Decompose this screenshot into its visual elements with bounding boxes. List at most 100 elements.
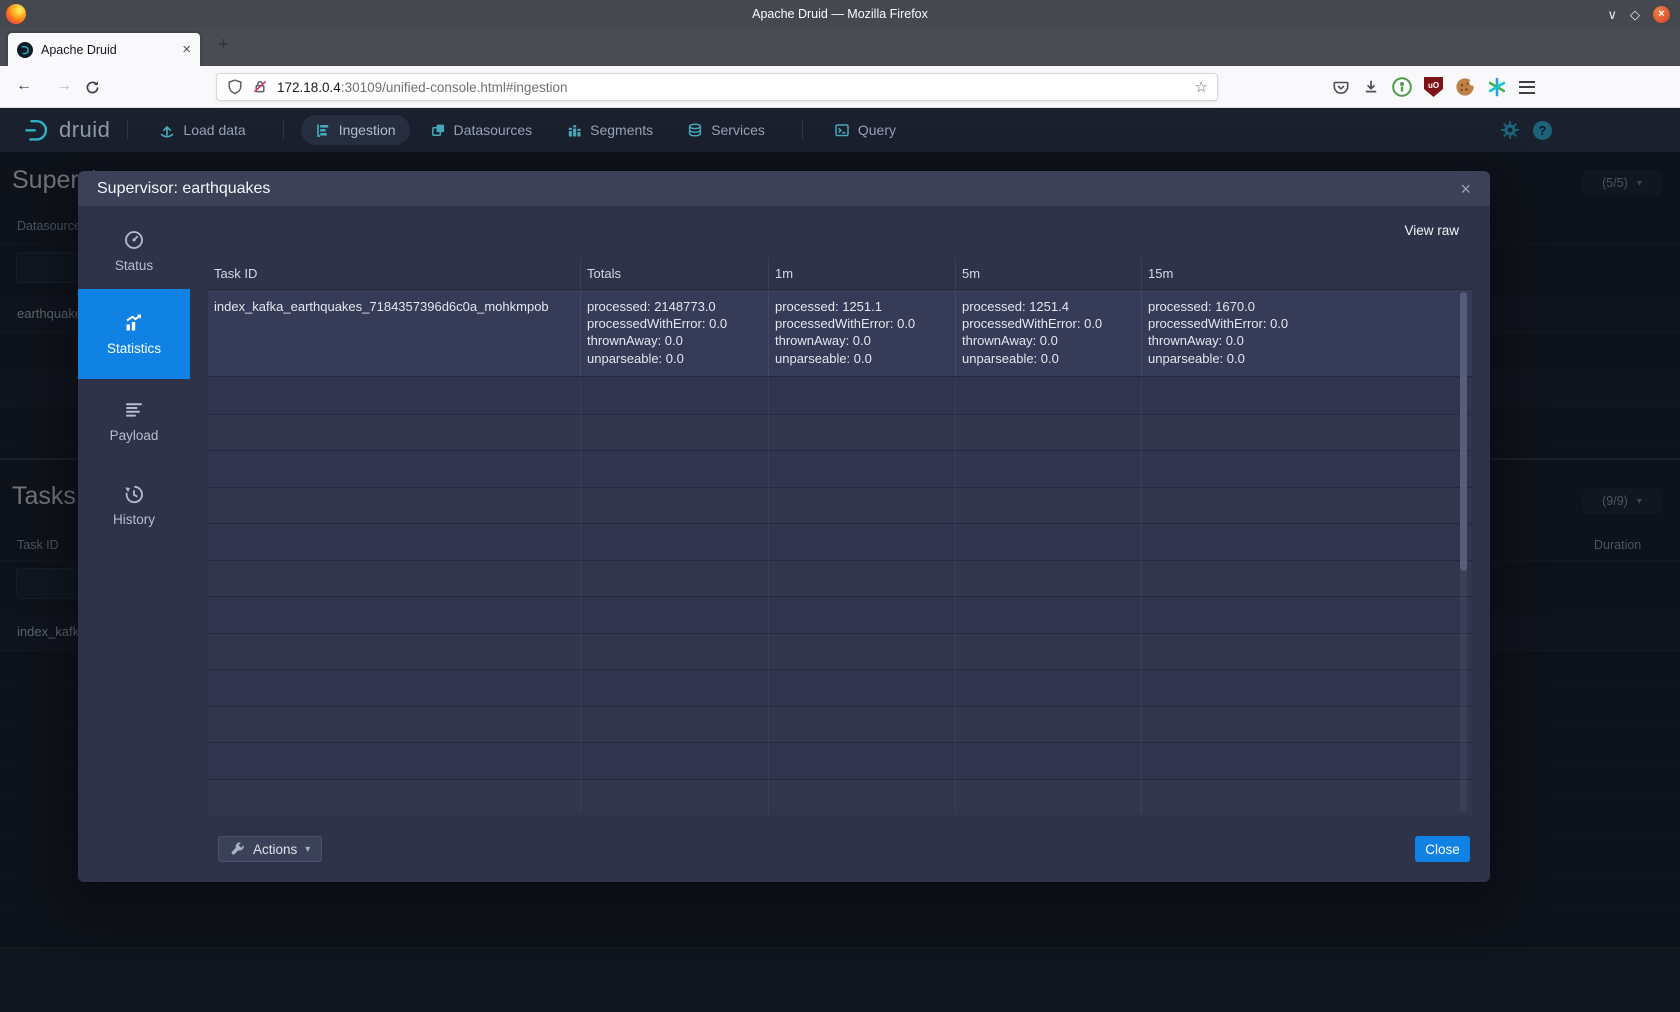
druid-favicon-icon xyxy=(17,42,33,58)
totals-cell: processed: 2148773.0 processedWithError:… xyxy=(580,290,768,376)
window-minimize-icon[interactable]: ∨ xyxy=(1607,8,1617,21)
nav-label: Load data xyxy=(183,122,245,138)
close-x-glyph: × xyxy=(1658,9,1664,20)
tab-close-icon[interactable]: × xyxy=(182,42,191,57)
15m-cell: processed: 1670.0 processedWithError: 0.… xyxy=(1141,290,1472,376)
tab-history[interactable]: History xyxy=(78,463,190,547)
tab-label: Statistics xyxy=(107,341,161,356)
payload-align-left-icon xyxy=(123,399,145,421)
services-icon xyxy=(687,122,703,138)
view-raw-link[interactable]: View raw xyxy=(1404,223,1459,238)
nav-label: Query xyxy=(858,122,896,138)
nav-label: Ingestion xyxy=(339,122,396,138)
tracking-protection-shield-icon[interactable] xyxy=(226,78,244,96)
nav-label: Segments xyxy=(590,122,653,138)
column-header-5m: 5m xyxy=(955,258,1141,289)
firefox-logo-icon xyxy=(6,4,26,24)
url-bar[interactable]: 172.18.0.4:30109/unified-console.html#in… xyxy=(216,73,1218,101)
dialog-sidebar: Status Statistics Payload History xyxy=(78,206,190,882)
statistics-table: Task ID Totals 1m 5m 15m index_kafka_ear… xyxy=(208,258,1472,815)
nav-separator xyxy=(127,120,128,140)
tab-title: Apache Druid xyxy=(41,43,182,57)
scrollbar-thumb[interactable] xyxy=(1460,292,1467,571)
query-icon xyxy=(834,122,850,138)
window-controls: ∨ ◇ × xyxy=(1607,0,1670,28)
ingestion-icon xyxy=(315,122,331,138)
tab-payload[interactable]: Payload xyxy=(78,379,190,463)
empty-table-rows xyxy=(208,378,1472,815)
forward-button[interactable]: → xyxy=(56,77,72,95)
window-close-button[interactable]: × xyxy=(1653,6,1670,23)
menu-hamburger-icon[interactable] xyxy=(1519,81,1535,94)
nav-label: Services xyxy=(711,122,765,138)
window-title: Apache Druid — Mozilla Firefox xyxy=(0,7,1680,21)
dialog-close-icon[interactable]: × xyxy=(1460,180,1471,198)
pocket-icon[interactable] xyxy=(1332,78,1350,96)
tab-statistics[interactable]: Statistics xyxy=(78,289,190,379)
task-id-cell: index_kafka_earthquakes_7184357396d6c0a_… xyxy=(208,290,580,376)
load-data-icon xyxy=(159,122,175,138)
tab-status[interactable]: Status xyxy=(78,213,190,289)
column-header-totals: Totals xyxy=(580,258,768,289)
nav-right-controls: ? xyxy=(1500,120,1552,140)
browser-tabbar: Apache Druid × + xyxy=(0,28,1680,66)
druid-brand-text: druid xyxy=(59,117,110,143)
5m-cell: processed: 1251.4 processedWithError: 0.… xyxy=(955,290,1141,376)
privacy-extension-icon[interactable] xyxy=(1392,77,1412,97)
window-titlebar: Apache Druid — Mozilla Firefox ∨ ◇ × xyxy=(0,0,1680,28)
window-maximize-icon[interactable]: ◇ xyxy=(1630,8,1640,21)
asterisk-extension-icon[interactable] xyxy=(1487,77,1507,97)
table-header-row: Task ID Totals 1m 5m 15m xyxy=(208,258,1472,290)
nav-item-ingestion[interactable]: Ingestion xyxy=(301,115,410,145)
status-gauge-icon xyxy=(123,229,145,251)
column-header-task-id: Task ID xyxy=(208,258,580,289)
dialog-title: Supervisor: earthquakes xyxy=(97,180,270,198)
wrench-icon xyxy=(230,842,245,857)
column-header-1m: 1m xyxy=(768,258,955,289)
nav-separator xyxy=(802,120,803,140)
nav-item-datasources[interactable]: Datasources xyxy=(416,115,547,145)
reload-button[interactable] xyxy=(84,79,101,96)
back-button[interactable]: ← xyxy=(16,77,32,95)
browser-toolbar: ← → 172.18.0.4:30109/unified-console.htm… xyxy=(0,66,1680,108)
help-icon[interactable]: ? xyxy=(1533,121,1552,140)
url-text: 172.18.0.4:30109/unified-console.html#in… xyxy=(277,80,1195,95)
nav-item-services[interactable]: Services xyxy=(673,115,779,145)
tab-label: Status xyxy=(115,258,153,273)
nav-separator xyxy=(283,120,284,140)
dialog-body: View raw Task ID Totals 1m 5m 15m index_… xyxy=(190,206,1490,882)
statistics-chart-icon xyxy=(123,312,145,334)
close-label: Close xyxy=(1425,842,1460,857)
nav-item-segments[interactable]: Segments xyxy=(552,115,667,145)
nav-label: Datasources xyxy=(454,122,533,138)
actions-button[interactable]: Actions ▾ xyxy=(218,836,322,862)
tab-label: Payload xyxy=(110,428,159,443)
actions-label: Actions xyxy=(253,842,297,857)
table-scrollbar[interactable] xyxy=(1460,292,1467,812)
druid-logo-icon xyxy=(22,115,52,145)
column-header-15m: 15m xyxy=(1141,258,1472,289)
druid-brand: druid xyxy=(22,115,110,145)
bookmark-star-icon[interactable]: ☆ xyxy=(1195,78,1208,96)
browser-tab-apache-druid[interactable]: Apache Druid × xyxy=(8,33,200,66)
dialog-header: Supervisor: earthquakes × xyxy=(78,171,1490,206)
ublock-origin-icon[interactable]: uO xyxy=(1424,77,1443,97)
history-clock-icon xyxy=(123,483,145,505)
close-button[interactable]: Close xyxy=(1415,836,1470,862)
downloads-icon[interactable] xyxy=(1362,78,1380,96)
settings-gear-icon[interactable] xyxy=(1500,120,1520,140)
1m-cell: processed: 1251.1 processedWithError: 0.… xyxy=(768,290,955,376)
cookie-extension-icon[interactable] xyxy=(1455,77,1475,97)
browser-window: Apache Druid — Mozilla Firefox ∨ ◇ × Apa… xyxy=(0,0,1680,1012)
nav-item-query[interactable]: Query xyxy=(820,115,910,145)
new-tab-button[interactable]: + xyxy=(218,34,229,56)
url-path: :30109/unified-console.html#ingestion xyxy=(341,80,568,95)
segments-icon xyxy=(566,122,582,138)
table-row: index_kafka_earthquakes_7184357396d6c0a_… xyxy=(208,290,1472,377)
tab-label: History xyxy=(113,512,155,527)
insecure-lock-icon[interactable] xyxy=(251,78,269,96)
nav-item-load-data[interactable]: Load data xyxy=(145,115,259,145)
druid-navbar: druid Load data Ingestion Datasources Se… xyxy=(0,108,1680,152)
datasources-icon xyxy=(430,122,446,138)
caret-down-icon: ▾ xyxy=(305,844,310,855)
